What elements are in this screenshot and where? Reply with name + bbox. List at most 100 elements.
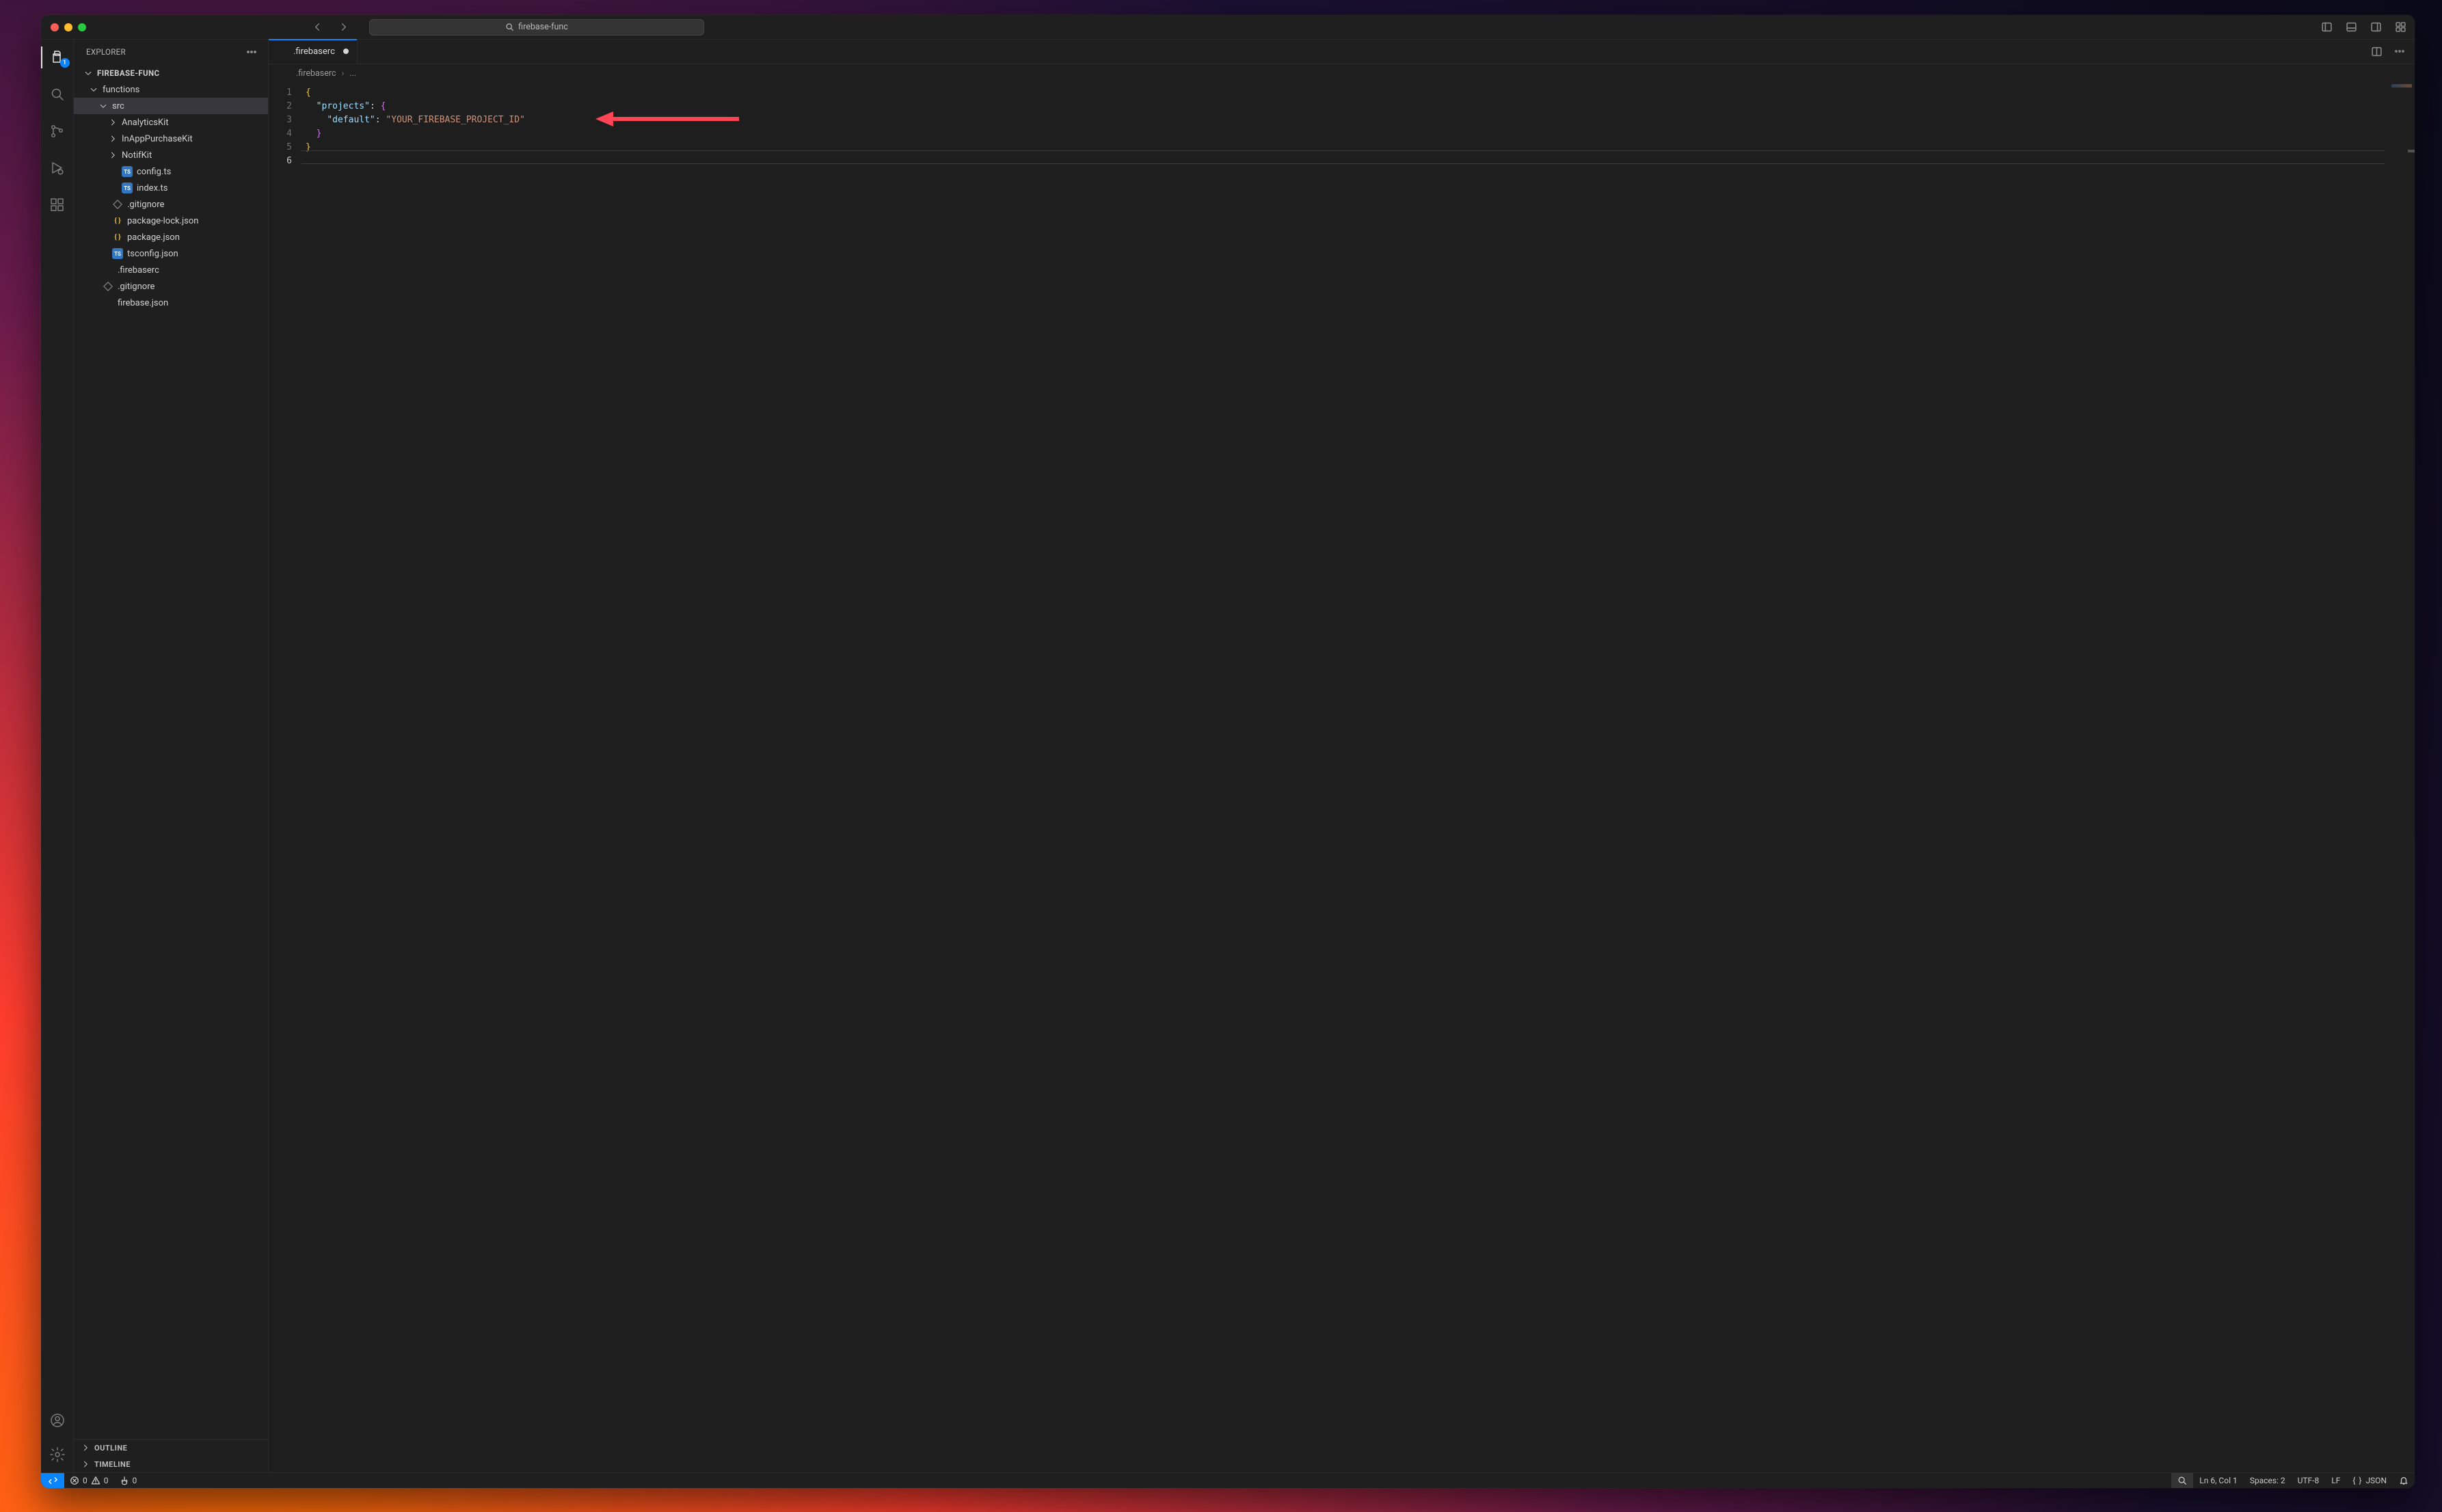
language-text: JSON — [2365, 1476, 2387, 1485]
timeline-section[interactable]: TIMELINE — [74, 1456, 268, 1472]
ln-col-text: Ln 6, Col 1 — [2199, 1476, 2237, 1485]
activity-search-icon[interactable] — [41, 82, 74, 107]
git-file-icon — [112, 199, 123, 210]
code-content[interactable]: { "projects": { "default": "YOUR_FIREBAS… — [301, 82, 2385, 1472]
sidebar-more-icon[interactable] — [245, 45, 258, 59]
split-editor-icon[interactable] — [2370, 44, 2383, 58]
breadcrumb[interactable]: .firebaserc › ... — [269, 64, 2415, 82]
tree-file-firebaserc[interactable]: .firebaserc — [74, 262, 268, 278]
line-number: 2 — [269, 100, 292, 113]
cursor-position[interactable]: Ln 6, Col 1 — [2193, 1473, 2243, 1488]
close-window-button[interactable] — [51, 23, 59, 31]
tree-root[interactable]: FIREBASE-FUNC — [74, 65, 268, 81]
encoding-text: UTF-8 — [2298, 1476, 2320, 1485]
spaces-text: Spaces: 2 — [2250, 1476, 2285, 1485]
activity-explorer-icon[interactable]: 1 — [41, 45, 74, 70]
breadcrumb-tail: ... — [349, 68, 356, 79]
chevron-right-icon — [108, 134, 118, 144]
nav-forward-icon[interactable] — [336, 21, 350, 34]
line-gutter: 1 2 3 4 5 6 — [269, 82, 301, 1472]
toggle-primary-sidebar-icon[interactable] — [2319, 20, 2334, 35]
activity-run-debug-icon[interactable] — [41, 156, 74, 180]
minimap[interactable] — [2385, 82, 2415, 1472]
tree-file-gitignore-root[interactable]: .gitignore — [74, 278, 268, 295]
tree-file-gitignore-functions[interactable]: .gitignore — [74, 196, 268, 213]
tree-file-index-ts[interactable]: TS index.ts — [74, 180, 268, 196]
toggle-panel-icon[interactable] — [2344, 20, 2359, 35]
tree-label: firebase.json — [118, 298, 168, 308]
tree-file-firebase-json[interactable]: firebase.json — [74, 295, 268, 311]
chevron-down-icon — [89, 85, 98, 94]
tree-file-config-ts[interactable]: TS config.ts — [74, 163, 268, 180]
sidebar-explorer: EXPLORER FIREBASE-FUNC functions src — [74, 40, 269, 1472]
chevron-right-icon — [108, 118, 118, 127]
notifications-icon[interactable] — [2393, 1473, 2415, 1488]
line-number: 3 — [269, 113, 292, 127]
activity-extensions-icon[interactable] — [41, 193, 74, 217]
chevron-right-icon — [108, 150, 118, 160]
window-controls — [41, 23, 86, 31]
nav-back-icon[interactable] — [310, 21, 324, 34]
tree-folder-src[interactable]: src — [74, 98, 268, 114]
tree-label: InAppPurchaseKit — [122, 134, 193, 144]
status-left: 0 0 0 — [41, 1473, 142, 1488]
tree-file-package-lock[interactable]: { } package-lock.json — [74, 213, 268, 229]
ports-status[interactable]: 0 — [114, 1473, 143, 1488]
activity-settings-icon[interactable] — [41, 1442, 74, 1467]
tree-label: package.json — [127, 232, 180, 243]
line-number: 6 — [269, 154, 292, 168]
eol-status[interactable]: LF — [2325, 1473, 2346, 1488]
code-editor[interactable]: 1 2 3 4 5 6 { "projects": { "default": "… — [269, 82, 2415, 1472]
tree-file-package-json[interactable]: { } package.json — [74, 229, 268, 245]
tree-folder-functions[interactable]: functions — [74, 81, 268, 98]
tree-label: .firebaserc — [118, 265, 159, 275]
breadcrumb-file: .firebaserc — [296, 68, 336, 79]
activity-bar: 1 — [41, 40, 74, 1472]
tree-label: index.ts — [137, 183, 167, 193]
indentation-status[interactable]: Spaces: 2 — [2244, 1473, 2292, 1488]
git-file-icon — [103, 281, 113, 292]
firebase-file-icon — [277, 46, 288, 57]
zoom-status[interactable] — [2171, 1473, 2193, 1488]
maximize-window-button[interactable] — [78, 23, 86, 31]
errors-count: 0 — [83, 1476, 88, 1485]
sidebar-collapsed-sections: OUTLINE TIMELINE — [74, 1439, 268, 1472]
tree-label: .gitignore — [118, 282, 155, 292]
json-file-icon: { } — [112, 232, 123, 243]
editor-tabs: .firebaserc — [269, 40, 2415, 64]
command-center[interactable]: firebase-func — [369, 19, 704, 36]
minimize-window-button[interactable] — [64, 23, 72, 31]
outline-section[interactable]: OUTLINE — [74, 1440, 268, 1456]
code-token: "YOUR_FIREBASE_PROJECT_ID" — [386, 115, 525, 125]
tree-folder-notifkit[interactable]: NotifKit — [74, 147, 268, 163]
activity-accounts-icon[interactable] — [41, 1408, 74, 1433]
outline-label: OUTLINE — [94, 1444, 127, 1453]
tree-root-label: FIREBASE-FUNC — [97, 68, 159, 78]
customize-layout-icon[interactable] — [2393, 20, 2408, 35]
tree-file-tsconfig[interactable]: TS tsconfig.json — [74, 245, 268, 262]
tree-folder-analyticskit[interactable]: AnalyticsKit — [74, 114, 268, 131]
minimap-overview — [2391, 84, 2412, 87]
remote-indicator[interactable] — [41, 1473, 64, 1488]
scroll-position-marker — [2408, 150, 2415, 152]
language-icon: { } — [2352, 1476, 2362, 1485]
problems-status[interactable]: 0 0 — [64, 1473, 114, 1488]
toggle-secondary-sidebar-icon[interactable] — [2368, 20, 2383, 35]
activity-source-control-icon[interactable] — [41, 119, 74, 144]
language-mode[interactable]: { } JSON — [2346, 1473, 2393, 1488]
tree-folder-inapppurchasekit[interactable]: InAppPurchaseKit — [74, 131, 268, 147]
tree-label: tsconfig.json — [127, 249, 178, 259]
tab-actions — [2370, 39, 2415, 64]
firebase-file-icon — [103, 265, 113, 275]
sidebar-header: EXPLORER — [74, 40, 268, 64]
tab-firebaserc[interactable]: .firebaserc — [269, 39, 358, 64]
encoding-status[interactable]: UTF-8 — [2292, 1473, 2326, 1488]
command-center-text: firebase-func — [518, 22, 568, 32]
file-tree[interactable]: FIREBASE-FUNC functions src AnalyticsKit — [74, 64, 268, 1439]
chevron-down-icon — [98, 101, 108, 111]
tree-label: AnalyticsKit — [122, 118, 169, 128]
tab-label: .firebaserc — [293, 46, 335, 57]
json-file-icon: { } — [112, 215, 123, 226]
more-actions-icon[interactable] — [2393, 44, 2406, 58]
tree-label: package-lock.json — [127, 216, 198, 226]
